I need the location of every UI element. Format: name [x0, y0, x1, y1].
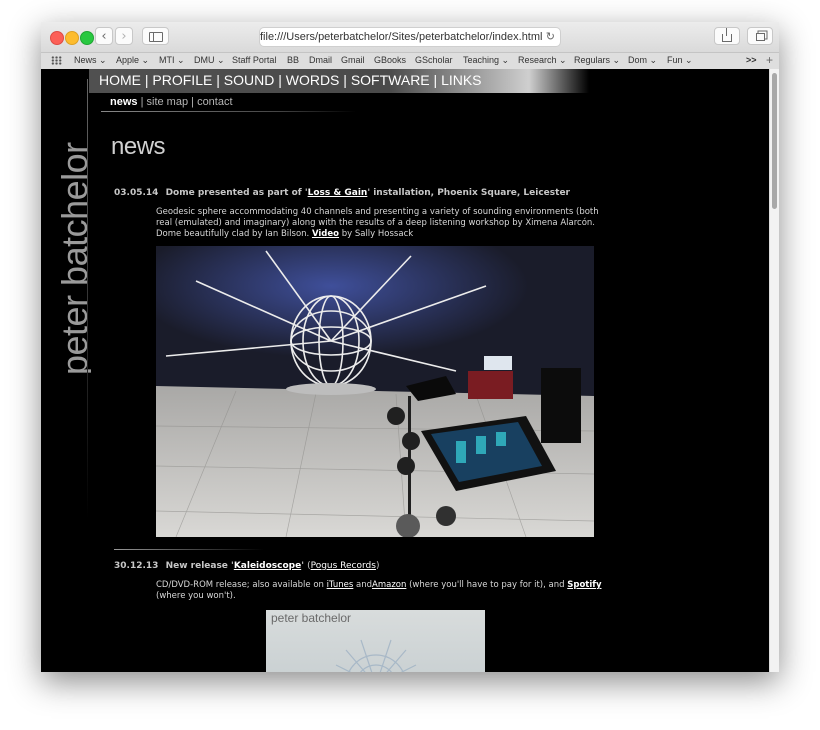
nav-sound[interactable]: SOUND	[224, 72, 275, 88]
forward-button[interactable]: ›	[115, 27, 133, 45]
bookmarks-bar: News ⌄ Apple ⌄ MTI ⌄ DMU ⌄ Staff Portal …	[41, 52, 779, 70]
share-button[interactable]	[714, 27, 740, 45]
news-item-body: Geodesic sphere accommodating 40 channel…	[156, 207, 599, 239]
subnav-underline	[101, 111, 356, 112]
video-link[interactable]: Video	[312, 229, 339, 239]
sub-nav: news | site map | contact	[110, 96, 233, 108]
nav-links[interactable]: LINKS	[441, 72, 481, 88]
news-date: 03.05.14	[114, 188, 159, 198]
main-nav: HOME | PROFILE | SOUND | WORDS | SOFTWAR…	[99, 72, 482, 88]
spotify-link[interactable]: Spotify	[567, 580, 601, 590]
bookmark-gscholar[interactable]: GScholar	[415, 55, 453, 65]
bookmark-gbooks[interactable]: GBooks	[374, 55, 406, 65]
bookmark-research[interactable]: Research ⌄	[518, 55, 567, 66]
sidebar-icon	[148, 32, 163, 42]
chevron-right-icon: ›	[121, 29, 127, 44]
bookmark-news[interactable]: News ⌄	[74, 55, 107, 66]
vertical-divider	[87, 79, 88, 519]
new-tab-button[interactable]: +	[766, 53, 773, 67]
subnav-site-map[interactable]: site map	[147, 96, 189, 108]
scrollbar[interactable]	[769, 69, 779, 672]
sidebar-button[interactable]	[142, 27, 169, 45]
amazon-link[interactable]: Amazon	[372, 580, 406, 590]
news-separator	[114, 549, 264, 550]
bookmark-gmail[interactable]: Gmail	[341, 55, 365, 65]
pogus-records-link[interactable]: Pogus Records	[311, 561, 376, 571]
kaleidoscope-link[interactable]: Kaleidoscope	[234, 561, 301, 571]
bookmarks-overflow[interactable]: >>	[746, 55, 757, 65]
grid-icon[interactable]	[51, 56, 62, 65]
bookmark-apple[interactable]: Apple ⌄	[116, 55, 149, 66]
bookmark-bb[interactable]: BB	[287, 55, 299, 65]
nav-words[interactable]: WORDS	[286, 72, 340, 88]
news-item-body: CD/DVD-ROM release; also available on iT…	[156, 580, 602, 601]
loss-and-gain-link[interactable]: Loss & Gain	[308, 188, 368, 198]
tabs-button[interactable]	[747, 27, 773, 45]
bookmark-teaching[interactable]: Teaching ⌄	[463, 55, 509, 66]
tabs-icon	[755, 33, 765, 41]
site-logo: peter batchelor	[51, 79, 91, 379]
back-button[interactable]: ‹	[95, 27, 113, 45]
bookmark-dmail[interactable]: Dmail	[309, 55, 332, 65]
zoom-button[interactable]	[80, 31, 94, 45]
reload-icon[interactable]: ↻	[546, 28, 555, 46]
bookmark-fun[interactable]: Fun ⌄	[667, 55, 693, 66]
address-bar[interactable]: file:///Users/peterbatchelor/Sites/peter…	[259, 27, 561, 47]
title-bar: ‹ › file:///Users/peterbatchelor/Sites/p…	[41, 22, 779, 52]
browser-window: ‹ › file:///Users/peterbatchelor/Sites/p…	[41, 22, 779, 672]
scrollbar-thumb[interactable]	[772, 73, 777, 209]
minimize-button[interactable]	[65, 31, 79, 45]
nav-home[interactable]: HOME	[99, 72, 141, 88]
close-button[interactable]	[50, 31, 64, 45]
nav-profile[interactable]: PROFILE	[152, 72, 212, 88]
page-title: news	[111, 133, 166, 160]
news-item-title: 30.12.13 New release 'Kaleidoscope' (Pog…	[114, 561, 380, 571]
site-name: peter batchelor	[54, 142, 91, 375]
bookmark-mti[interactable]: MTI ⌄	[159, 55, 185, 66]
bookmark-dom[interactable]: Dom ⌄	[628, 55, 657, 66]
chevron-left-icon: ‹	[101, 29, 107, 44]
nav-software[interactable]: SOFTWARE	[351, 72, 430, 88]
bookmark-staff-portal[interactable]: Staff Portal	[232, 55, 276, 65]
page-content: peter batchelor HOME | PROFILE | SOUND |…	[41, 69, 779, 672]
subnav-contact[interactable]: contact	[197, 96, 232, 108]
share-icon	[722, 28, 732, 42]
news-date: 30.12.13	[114, 561, 159, 571]
news-item-title: 03.05.14 Dome presented as part of 'Loss…	[114, 188, 570, 198]
bookmark-dmu[interactable]: DMU ⌄	[194, 55, 225, 66]
subnav-news[interactable]: news	[110, 96, 138, 108]
dome-installation-photo	[156, 246, 594, 537]
url-text: file:///Users/peterbatchelor/Sites/peter…	[260, 31, 543, 43]
bookmark-regulars[interactable]: Regulars ⌄	[574, 55, 620, 66]
album-cover: peter batchelor	[266, 610, 485, 672]
itunes-link[interactable]: iTunes	[327, 580, 354, 590]
